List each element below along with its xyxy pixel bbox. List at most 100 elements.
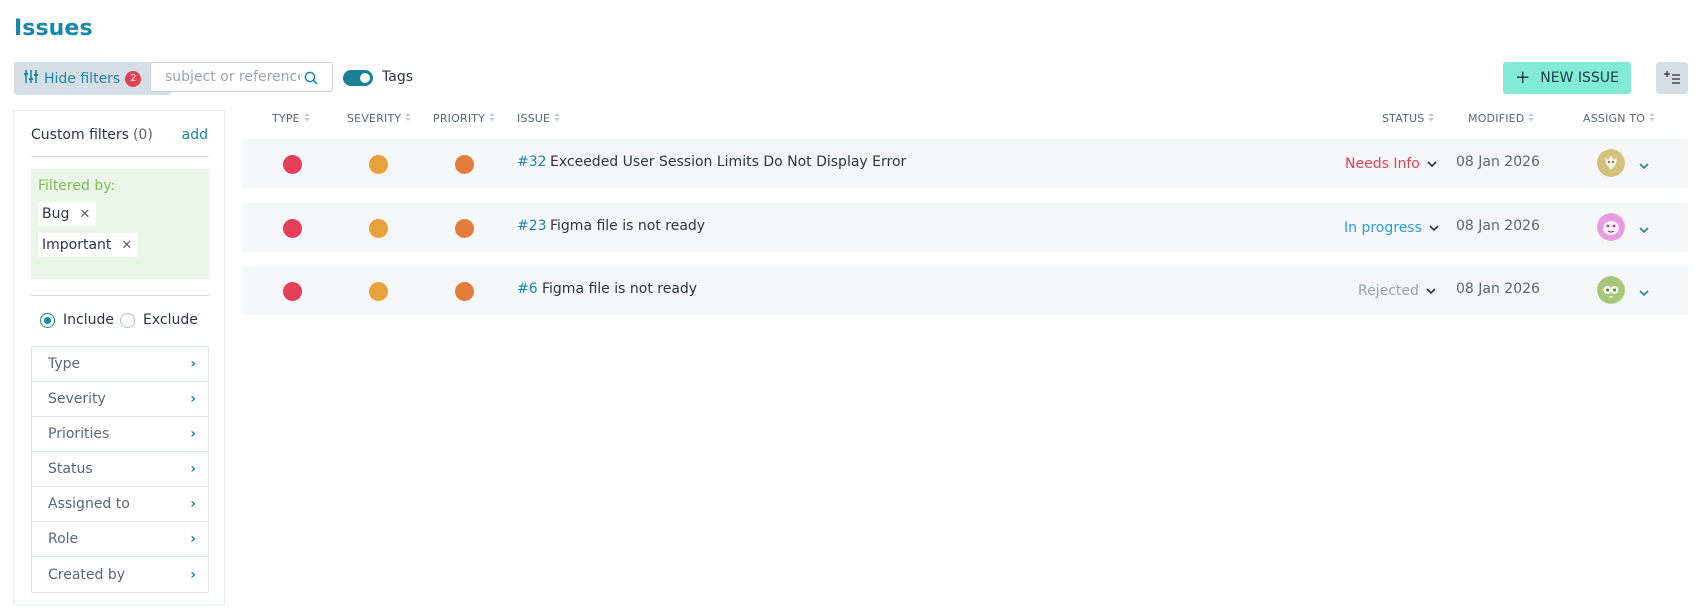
header-label: MODIFIED — [1468, 112, 1525, 125]
sort-icon — [404, 112, 412, 125]
issue-subject-link[interactable]: Exceeded User Session Limits Do Not Disp… — [550, 154, 906, 170]
issue-row[interactable]: #32 Exceeded User Session Limits Do Not … — [242, 139, 1688, 188]
include-label: Include — [63, 312, 114, 328]
radio-dot — [120, 312, 135, 328]
chevron-right-icon: › — [190, 531, 196, 547]
new-issue-label: NEW ISSUE — [1540, 70, 1619, 86]
status-dropdown[interactable]: Needs Info — [1345, 156, 1437, 172]
header-issue[interactable]: ISSUE — [517, 112, 561, 125]
close-icon[interactable]: ✕ — [121, 238, 132, 253]
chevron-right-icon: › — [190, 391, 196, 407]
priority-indicator — [455, 282, 474, 301]
exclude-label: Exclude — [143, 312, 198, 328]
filter-category-severity[interactable]: Severity › — [32, 382, 208, 417]
modified-date: 08 Jan 2026 — [1456, 281, 1540, 297]
assign-chevron-down-icon[interactable] — [1639, 282, 1649, 301]
header-label: ASSIGN TO — [1583, 112, 1646, 125]
chevron-down-icon — [1427, 156, 1437, 172]
custom-filters-title: Custom filters (0) — [31, 127, 153, 143]
custom-filters-label: Custom filters — [31, 127, 129, 143]
filters-panel: Custom filters (0) add Filtered by: Bug ✕… — [13, 110, 225, 605]
reorder-button[interactable] — [1656, 62, 1688, 94]
filter-category-list: Type › Severity › Priorities › Status › Assi… — [31, 346, 209, 593]
include-radio[interactable]: Include — [40, 312, 114, 328]
modified-date: 08 Jan 2026 — [1456, 218, 1540, 234]
status-dropdown[interactable]: Rejected — [1358, 283, 1436, 299]
severity-indicator — [369, 155, 388, 174]
status-label: In progress — [1344, 220, 1422, 236]
category-label: Priorities — [48, 426, 110, 442]
exclude-radio[interactable]: Exclude — [120, 312, 198, 328]
add-list-icon — [1664, 69, 1680, 88]
header-type[interactable]: TYPE — [272, 112, 311, 125]
avatar[interactable] — [1597, 213, 1625, 241]
plus-icon: + — [1515, 66, 1531, 88]
category-label: Role — [48, 531, 79, 547]
divider — [31, 156, 209, 157]
type-indicator — [283, 155, 302, 174]
category-label: Severity — [48, 391, 106, 407]
assign-chevron-down-icon[interactable] — [1639, 155, 1649, 174]
chip-label: Bug — [42, 206, 70, 222]
issue-ref-link[interactable]: #23 — [517, 218, 547, 234]
tags-toggle[interactable] — [343, 70, 373, 86]
avatar[interactable] — [1597, 149, 1625, 177]
assign-chevron-down-icon[interactable] — [1639, 219, 1649, 238]
filter-category-type[interactable]: Type › — [32, 347, 208, 382]
category-label: Type — [48, 356, 81, 372]
filter-category-role[interactable]: Role › — [32, 522, 208, 557]
tags-label: Tags — [382, 69, 413, 85]
filter-chip-important: Important ✕ — [38, 233, 139, 257]
custom-filters-count: (0) — [132, 127, 153, 143]
header-severity[interactable]: SEVERITY — [347, 112, 412, 125]
category-label: Status — [48, 461, 93, 477]
issue-subject-link[interactable]: Figma file is not ready — [542, 281, 697, 297]
header-status[interactable]: STATUS — [1382, 112, 1435, 125]
issue-row[interactable]: #23 Figma file is not ready In progress … — [242, 203, 1688, 252]
chevron-right-icon: › — [190, 496, 196, 512]
header-priority[interactable]: PRIORITY — [433, 112, 496, 125]
sort-icon — [1427, 112, 1435, 125]
hide-filters-button[interactable]: Hide filters 2 — [14, 62, 171, 95]
filter-category-status[interactable]: Status › — [32, 452, 208, 487]
sort-icon — [488, 112, 496, 125]
issue-row[interactable]: #6 Figma file is not ready Rejected 08 J… — [242, 266, 1688, 315]
status-dropdown[interactable]: In progress — [1344, 220, 1439, 236]
sort-icon — [1527, 112, 1535, 125]
search-icon[interactable] — [304, 70, 318, 89]
filter-category-assigned-to[interactable]: Assigned to › — [32, 487, 208, 522]
sort-icon — [553, 112, 561, 125]
close-icon[interactable]: ✕ — [79, 207, 90, 222]
modified-date: 08 Jan 2026 — [1456, 154, 1540, 170]
filter-category-created-by[interactable]: Created by › — [32, 557, 208, 592]
search-input[interactable] — [165, 69, 300, 85]
chevron-down-icon — [1429, 220, 1439, 236]
category-label: Assigned to — [48, 496, 130, 512]
priority-indicator — [455, 219, 474, 238]
avatar[interactable] — [1597, 276, 1625, 304]
header-label: STATUS — [1382, 112, 1425, 125]
issue-ref-link[interactable]: #6 — [517, 281, 538, 297]
issue-subject-link[interactable]: Figma file is not ready — [550, 218, 705, 234]
issue-ref-link[interactable]: #32 — [517, 154, 547, 170]
header-label: PRIORITY — [433, 112, 486, 125]
filters-count-badge: 2 — [125, 70, 142, 87]
chevron-right-icon: › — [190, 566, 196, 583]
hide-filters-label: Hide filters — [44, 70, 121, 87]
severity-indicator — [369, 282, 388, 301]
severity-indicator — [369, 219, 388, 238]
search-box — [150, 62, 333, 92]
header-label: SEVERITY — [347, 112, 402, 125]
header-modified[interactable]: MODIFIED — [1468, 112, 1535, 125]
chevron-down-icon — [1426, 283, 1436, 299]
header-label: TYPE — [272, 112, 300, 125]
page-title: Issues — [14, 16, 93, 41]
add-custom-filter-link[interactable]: add — [182, 127, 208, 143]
chevron-right-icon: › — [190, 461, 196, 477]
sort-icon — [303, 112, 311, 125]
header-label: ISSUE — [517, 112, 551, 125]
filter-category-priorities[interactable]: Priorities › — [32, 417, 208, 452]
header-assign-to[interactable]: ASSIGN TO — [1583, 112, 1656, 125]
new-issue-button[interactable]: + NEW ISSUE — [1503, 62, 1631, 94]
filtered-by-label: Filtered by: — [38, 178, 116, 194]
